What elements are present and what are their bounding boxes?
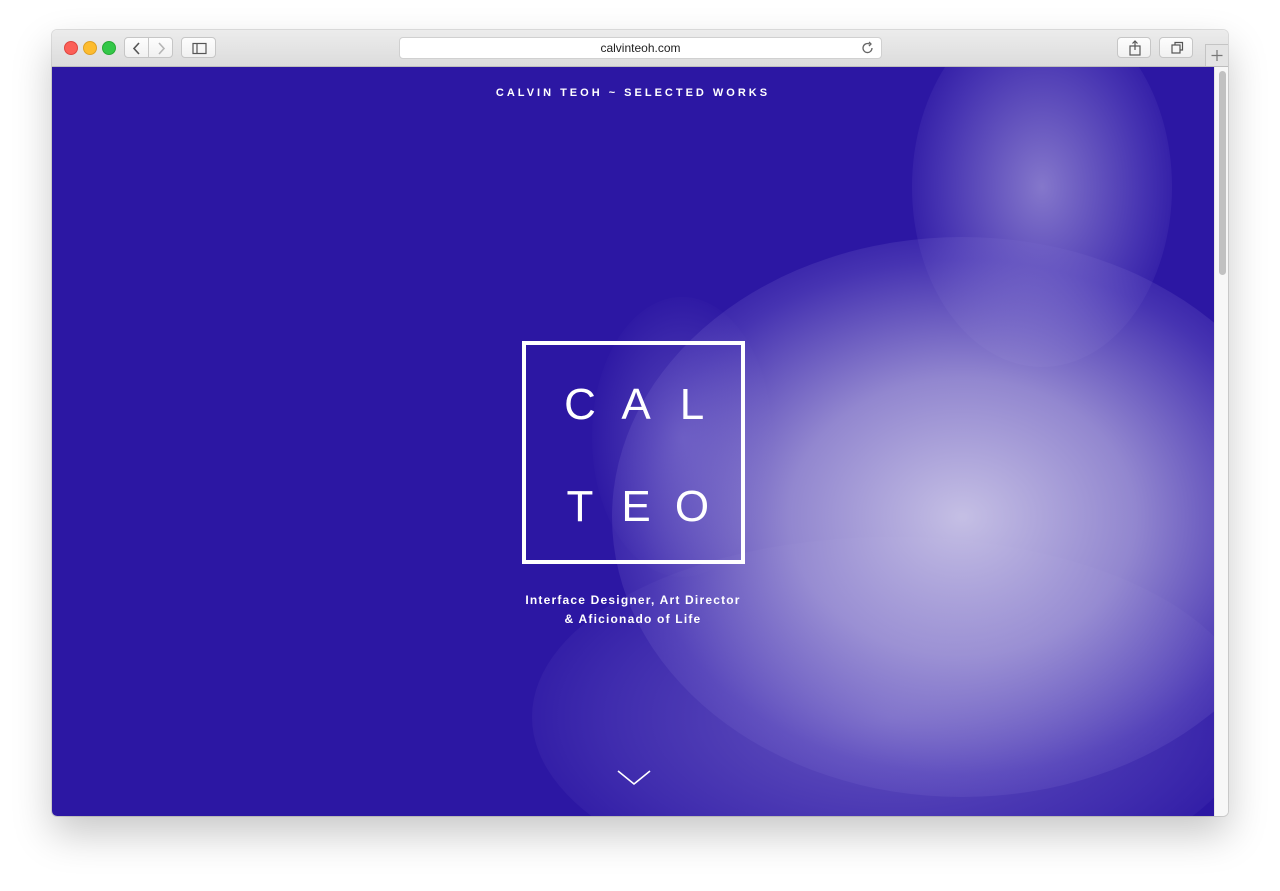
logo-letter: L <box>679 380 705 429</box>
logo-letter: A <box>621 380 651 429</box>
reload-icon[interactable] <box>861 41 875 55</box>
logo-letter: E <box>621 482 651 531</box>
sidebar-toggle-button[interactable] <box>181 37 216 58</box>
address-bar[interactable]: calvinteoh.com <box>399 37 882 59</box>
plus-icon <box>1211 50 1223 61</box>
logo[interactable]: C A L T E O <box>522 341 745 564</box>
chevron-left-icon <box>132 42 140 55</box>
chevron-down-icon[interactable] <box>617 769 651 787</box>
tagline: Interface Designer, Art Director <box>525 593 741 607</box>
back-button[interactable] <box>124 37 149 58</box>
chevron-right-icon <box>158 42 166 55</box>
show-tabs-button[interactable] <box>1159 37 1193 58</box>
tagline: & Aficionado of Life <box>564 612 702 626</box>
sidebar-icon <box>192 42 207 55</box>
page-content: CALVIN TEOH ~ SELECTED WORKS C A L T E O… <box>52 67 1214 816</box>
tabs-overview-icon <box>1171 41 1184 54</box>
scrollbar-thumb[interactable] <box>1219 71 1226 275</box>
zoom-window-button[interactable] <box>102 41 116 55</box>
site-header[interactable]: CALVIN TEOH ~ SELECTED WORKS <box>52 87 1214 99</box>
logo-letter: O <box>674 482 710 531</box>
new-tab-button[interactable] <box>1205 44 1228 66</box>
logo-letter: C <box>564 380 596 429</box>
share-button[interactable] <box>1117 37 1151 58</box>
share-icon <box>1129 40 1141 56</box>
forward-button[interactable] <box>148 37 173 58</box>
browser-toolbar: calvinteoh.com <box>52 30 1228 67</box>
logo-letter: T <box>566 482 594 531</box>
close-window-button[interactable] <box>64 41 78 55</box>
browser-window: calvinteoh.com CALVIN TEOH ~ SELECTED WO… <box>52 30 1228 816</box>
minimize-window-button[interactable] <box>83 41 97 55</box>
scrollbar[interactable] <box>1214 67 1228 816</box>
url-text: calvinteoh.com <box>600 41 681 55</box>
